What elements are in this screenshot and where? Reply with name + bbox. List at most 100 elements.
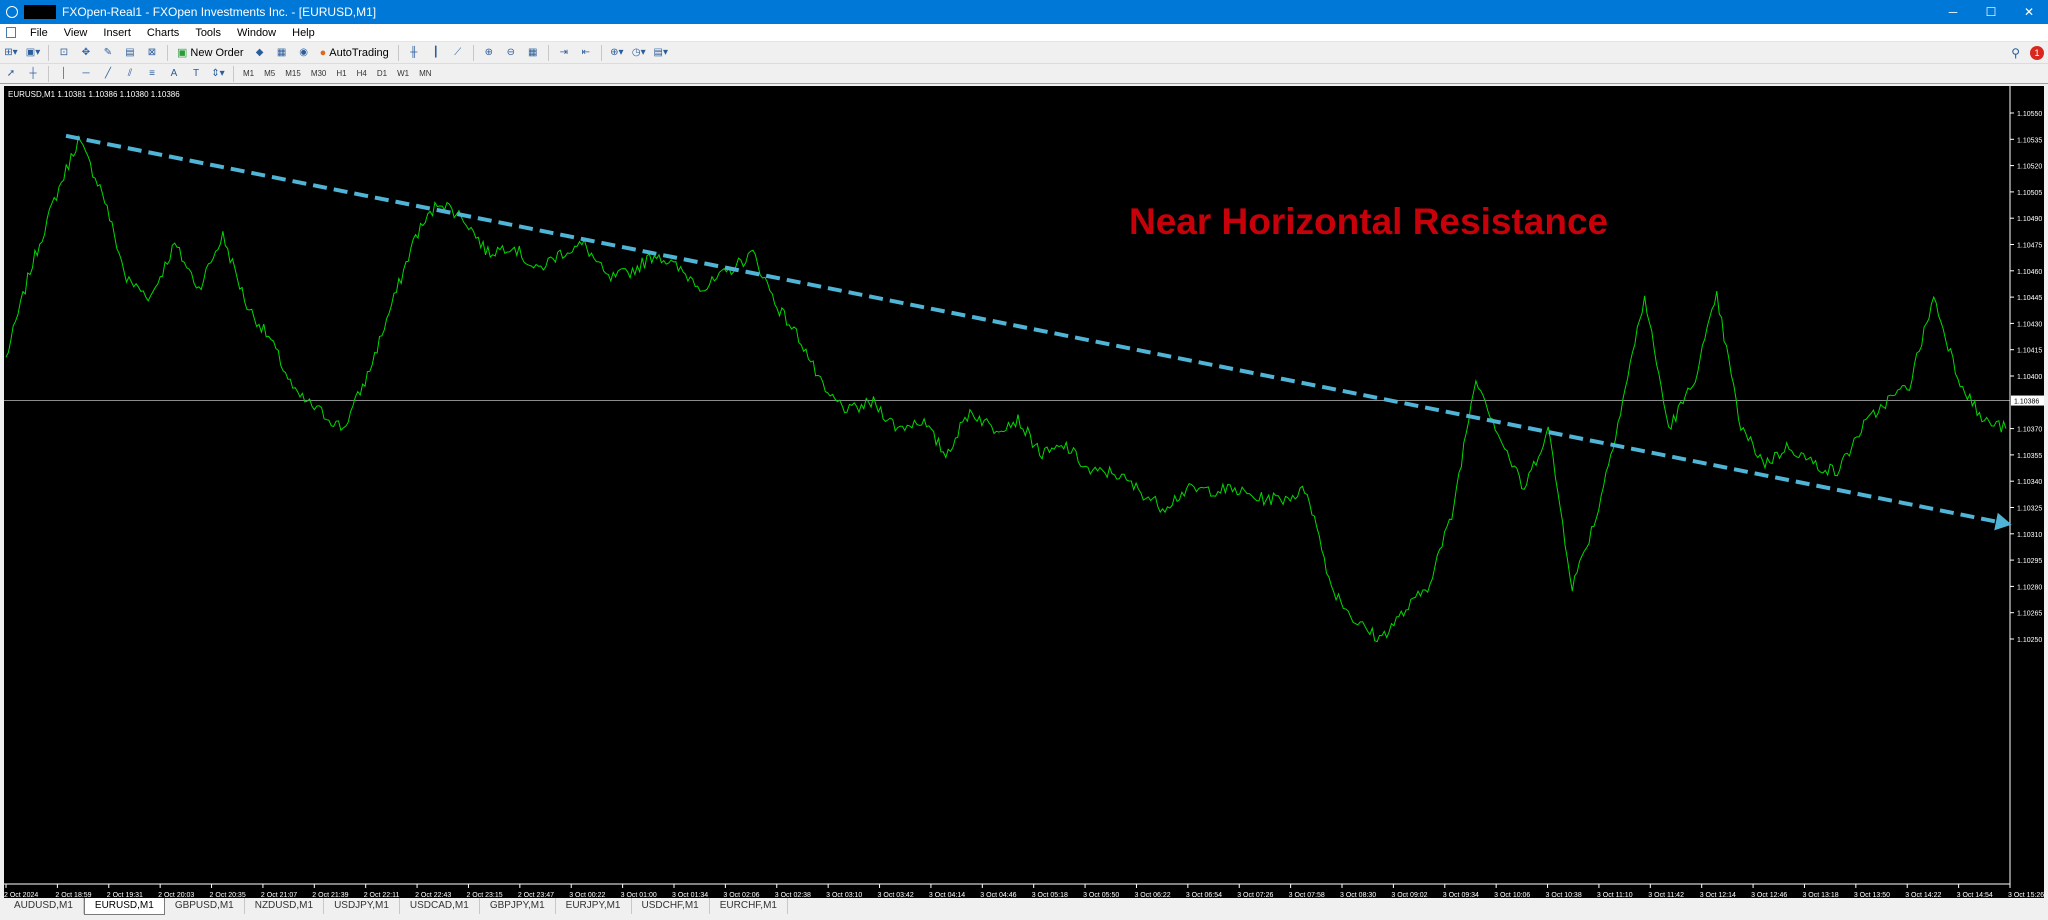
chart-window[interactable]: 1.10550 1.10535 1.10520 1.10505 1.10490 1.104…	[4, 86, 2044, 900]
arrows-icon[interactable]: ⇕▾	[209, 65, 227, 83]
tab-eurchf[interactable]: EURCHF,M1	[710, 898, 788, 914]
terminal-icon[interactable]: ▤	[121, 44, 139, 62]
indicators-icon[interactable]: ⊕▾	[608, 44, 626, 62]
price-tick-label: 1.10460	[2017, 269, 2042, 276]
price-tick-label: 1.10490	[2017, 216, 2042, 223]
search-icon[interactable]: ⚲	[2011, 46, 2020, 60]
trendline-icon[interactable]: ╱	[99, 65, 117, 83]
price-tick-label: 1.10505	[2017, 190, 2042, 197]
price-tick-label: 1.10280	[2017, 584, 2042, 591]
new-order-button[interactable]: ▣ New Order	[174, 44, 247, 62]
text-label-icon[interactable]: T	[187, 65, 205, 83]
autotrading-label: AutoTrading	[329, 46, 389, 59]
metaeditor-icon[interactable]: ◆	[251, 44, 269, 62]
timeframe-m5[interactable]: M5	[259, 69, 280, 78]
data-window-icon[interactable]: ✎	[99, 44, 117, 62]
price-tick-label: 1.10430	[2017, 321, 2042, 328]
navigator-icon[interactable]: ✥	[77, 44, 95, 62]
market-watch-icon[interactable]: ⊡	[55, 44, 73, 62]
text-icon[interactable]: A	[165, 65, 183, 83]
notifications-badge[interactable]: 1	[2030, 46, 2044, 60]
timeframe-m15[interactable]: M15	[280, 69, 306, 78]
market-icon[interactable]: ▦	[273, 44, 291, 62]
signals-icon[interactable]: ◉	[295, 44, 313, 62]
templates-icon[interactable]: ▤▾	[652, 44, 670, 62]
tab-gbpjpy[interactable]: GBPJPY,M1	[480, 898, 556, 914]
chart-shift-icon[interactable]: ⇤	[577, 44, 595, 62]
document-icon[interactable]	[6, 27, 16, 38]
window-title: FXOpen-Real1 - FXOpen Investments Inc. -…	[62, 5, 377, 19]
bar-chart-icon[interactable]: ╫	[405, 44, 423, 62]
window-controls: ─ ☐ ✕	[1934, 0, 2048, 24]
app-icon	[6, 6, 18, 18]
new-chart-icon[interactable]: ⊞▾	[2, 44, 20, 62]
timeframe-h1[interactable]: H1	[331, 69, 351, 78]
price-tick-label: 1.10265	[2017, 611, 2042, 618]
price-tick-label: 1.10550	[2017, 111, 2042, 118]
cursor-icon[interactable]: ➚	[2, 65, 20, 83]
new-order-label: New Order	[190, 46, 244, 59]
strategy-tester-icon[interactable]: ⊠	[143, 44, 161, 62]
menu-tools[interactable]: Tools	[187, 27, 229, 39]
toolbar-right: ⚲ 1	[2011, 42, 2044, 64]
crosshair-icon[interactable]: ┼	[24, 65, 42, 83]
tab-usdjpy[interactable]: USDJPY,M1	[324, 898, 400, 914]
close-button[interactable]: ✕	[2010, 0, 2048, 24]
autotrading-icon: ●	[319, 46, 327, 59]
menu-bar: File View Insert Charts Tools Window Hel…	[0, 24, 2048, 42]
price-tick-label: 1.10445	[2017, 295, 2042, 302]
price-tick-label: 1.10400	[2017, 374, 2042, 381]
menu-charts[interactable]: Charts	[139, 27, 187, 39]
tab-nzdusd[interactable]: NZDUSD,M1	[245, 898, 325, 914]
tab-usdcad[interactable]: USDCAD,M1	[400, 898, 480, 914]
chart-header: EURUSD,M1 1.10381 1.10386 1.10380 1.1038…	[8, 90, 180, 99]
price-tick-label: 1.10355	[2017, 453, 2042, 460]
tab-usdchf[interactable]: USDCHF,M1	[632, 898, 710, 914]
price-tick-label: 1.10340	[2017, 479, 2042, 486]
menu-help[interactable]: Help	[284, 27, 323, 39]
price-chart[interactable]: 1.10550 1.10535 1.10520 1.10505 1.10490 1.104…	[4, 86, 2044, 900]
vertical-line-icon[interactable]: │	[55, 65, 73, 83]
timeframe-m30[interactable]: M30	[306, 69, 332, 78]
channel-icon[interactable]: ⫽	[121, 65, 139, 83]
new-order-icon: ▣	[177, 47, 188, 59]
current-price-label: 1.10386	[2014, 399, 2039, 406]
tab-audusd[interactable]: AUDUSD,M1	[4, 898, 84, 914]
tab-eurjpy[interactable]: EURJPY,M1	[556, 898, 632, 914]
zoom-in-icon[interactable]: ⊕	[480, 44, 498, 62]
price-tick-label: 1.10310	[2017, 532, 2042, 539]
profiles-icon[interactable]: ▣▾	[24, 44, 42, 62]
autoscroll-icon[interactable]: ⇥	[555, 44, 573, 62]
tab-gbpusd[interactable]: GBPUSD,M1	[165, 898, 245, 914]
timeframe-h4[interactable]: H4	[352, 69, 372, 78]
menu-insert[interactable]: Insert	[95, 27, 139, 39]
price-tick-label: 1.10250	[2017, 637, 2042, 644]
tile-windows-icon[interactable]: ▦	[524, 44, 542, 62]
fibonacci-icon[interactable]: ≡	[143, 65, 161, 83]
maximize-button[interactable]: ☐	[1972, 0, 2010, 24]
menu-window[interactable]: Window	[229, 27, 284, 39]
tab-eurusd[interactable]: EURUSD,M1	[83, 898, 165, 915]
price-tick-label: 1.10415	[2017, 348, 2042, 355]
minimize-button[interactable]: ─	[1934, 0, 1972, 24]
price-tick-label: 1.10535	[2017, 137, 2042, 144]
price-tick-label: 1.10475	[2017, 243, 2042, 250]
timeframe-w1[interactable]: W1	[392, 69, 414, 78]
price-tick-label: 1.10325	[2017, 506, 2042, 513]
price-series-line	[5, 134, 2007, 643]
timeframe-m1[interactable]: M1	[238, 69, 259, 78]
menu-file[interactable]: File	[22, 27, 56, 39]
zoom-out-icon[interactable]: ⊖	[502, 44, 520, 62]
timeframe-mn[interactable]: MN	[414, 69, 436, 78]
candlestick-icon[interactable]: ┃	[427, 44, 445, 62]
line-studies-toolbar: ➚ ┼ │ ─ ╱ ⫽ ≡ A T ⇕▾ M1 M5 M15 M30 H1 H4…	[0, 64, 2048, 84]
periods-icon[interactable]: ◷▾	[630, 44, 648, 62]
annotation-text[interactable]: Near Horizontal Resistance	[1129, 201, 1608, 242]
symbol-tabs: AUDUSD,M1 EURUSD,M1 GBPUSD,M1 NZDUSD,M1 …	[0, 898, 2048, 920]
price-tick-label: 1.10295	[2017, 558, 2042, 565]
autotrading-button[interactable]: ● AutoTrading	[317, 44, 392, 62]
line-chart-icon[interactable]: ⟋	[449, 44, 467, 62]
horizontal-line-icon[interactable]: ─	[77, 65, 95, 83]
menu-view[interactable]: View	[56, 27, 96, 39]
timeframe-d1[interactable]: D1	[372, 69, 392, 78]
